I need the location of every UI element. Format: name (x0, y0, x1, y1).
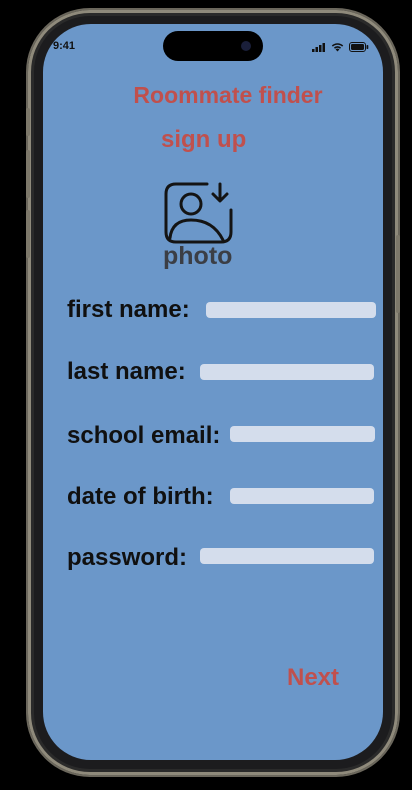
wifi-icon (331, 43, 344, 52)
volume-down-button (26, 210, 30, 258)
camera-icon (241, 41, 251, 51)
school-email-label: school email: (67, 422, 221, 449)
date-of-birth-input[interactable] (230, 488, 374, 504)
app-title: Roommate finder (133, 82, 323, 108)
first-name-input[interactable] (206, 302, 376, 318)
status-time: 9:41 (53, 40, 76, 52)
password-label: password: (67, 544, 188, 571)
first-name-label: first name: (67, 296, 190, 323)
signal-icon (312, 42, 325, 52)
battery-icon (349, 42, 369, 52)
page-title: sign up (161, 126, 247, 153)
volume-up-button (26, 150, 30, 198)
last-name-input[interactable] (200, 364, 374, 380)
action-button (26, 108, 30, 136)
screen: 9:41 Roommate finder sign up photo first… (43, 24, 383, 760)
add-photo-icon[interactable] (163, 180, 235, 246)
photo-label: photo (163, 242, 233, 270)
dynamic-island (163, 31, 263, 61)
date-of-birth-label: date of birth: (67, 483, 214, 510)
power-button (396, 235, 400, 313)
next-button[interactable]: Next (287, 664, 339, 692)
status-icons (312, 42, 369, 52)
school-email-input[interactable] (230, 426, 375, 442)
last-name-label: last name: (67, 358, 186, 385)
password-input[interactable] (200, 548, 374, 564)
